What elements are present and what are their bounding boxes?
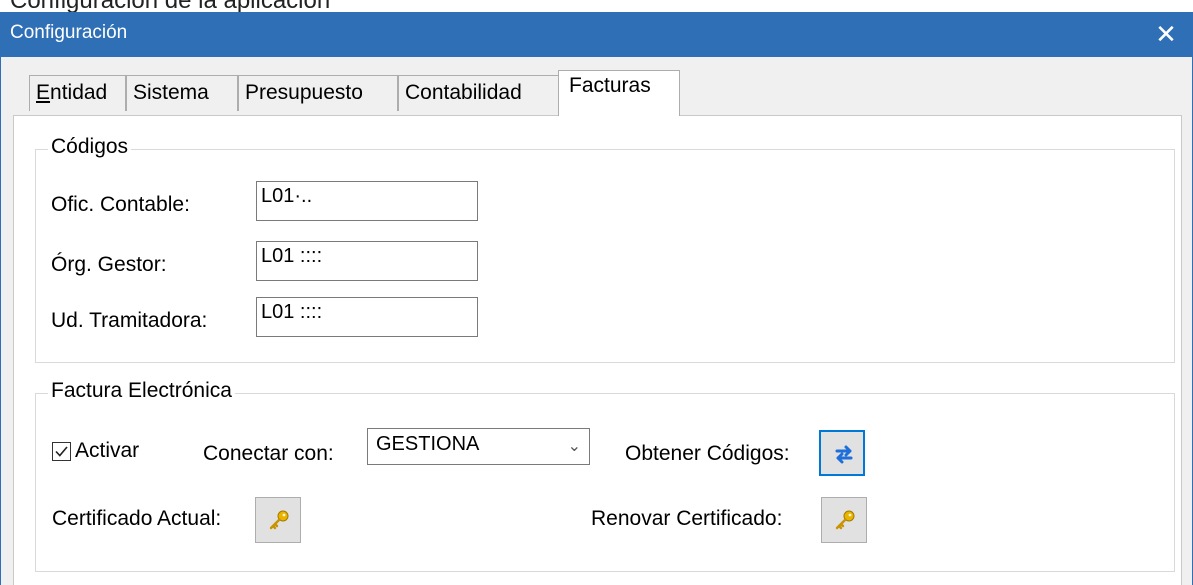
tab-entidad-mnemonic: E (36, 81, 51, 104)
codigos-group: Códigos Ofic. Contable: L01·.. Órg. Gest… (35, 135, 1175, 363)
codigos-legend: Códigos (48, 135, 132, 159)
org-gestor-label: Órg. Gestor: (51, 253, 167, 276)
factura-electronica-group: Factura Electrónica Activar Conectar con… (35, 379, 1175, 572)
check-icon (55, 446, 68, 457)
tab-presupuesto-label: Presupuesto (245, 81, 363, 104)
cropped-heading-text: Configuración de la aplicación (10, 0, 330, 12)
obtener-codigos-label: Obtener Códigos: (625, 442, 790, 465)
configuration-dialog: Configuración ✕ Entidad Sistema Presupue… (0, 12, 1193, 585)
conectar-label: Conectar con: (203, 442, 334, 465)
key-icon (835, 510, 855, 530)
certificado-actual-button[interactable] (255, 497, 301, 543)
cropped-heading: Configuración de la aplicación (0, 0, 1193, 12)
org-gestor-field[interactable]: L01 :::: (256, 241, 478, 281)
conectar-select[interactable]: GESTIONA ⌄ (367, 428, 590, 465)
activar-label: Activar (75, 439, 140, 462)
activar-checkbox[interactable] (52, 442, 71, 461)
renovar-certificado-label: Renovar Certificado: (591, 507, 783, 530)
sync-arrows-icon (835, 445, 853, 464)
renovar-certificado-button[interactable] (821, 497, 867, 543)
ofic-contable-field[interactable]: L01·.. (256, 181, 478, 221)
close-icon[interactable]: ✕ (1138, 12, 1193, 57)
facturas-panel: Códigos Ofic. Contable: L01·.. Órg. Gest… (13, 115, 1182, 585)
obtener-codigos-button[interactable] (819, 430, 865, 476)
tab-contabilidad[interactable]: Contabilidad (398, 75, 560, 111)
window-title: Configuración (10, 22, 128, 43)
certificado-actual-label: Certificado Actual: (52, 507, 222, 530)
tab-facturas-label: Facturas (569, 74, 651, 97)
ud-tramitadora-field[interactable]: L01 :::: (256, 297, 478, 337)
tab-entidad[interactable]: Entidad (29, 75, 126, 111)
key-icon (269, 510, 289, 530)
tab-contabilidad-label: Contabilidad (405, 81, 522, 104)
tab-sistema-label: Sistema (133, 81, 209, 104)
chevron-down-icon: ⌄ (567, 438, 581, 455)
tab-entidad-label: ntidad (50, 81, 108, 104)
tab-facturas[interactable]: Facturas (558, 70, 680, 116)
factura-electronica-legend: Factura Electrónica (48, 379, 235, 403)
title-bar: Configuración ✕ (1, 12, 1193, 57)
tab-presupuesto[interactable]: Presupuesto (238, 75, 398, 111)
tab-sistema[interactable]: Sistema (126, 75, 238, 111)
ofic-contable-label: Ofic. Contable: (51, 193, 190, 216)
conectar-select-value: GESTIONA (376, 433, 480, 455)
ud-tramitadora-label: Ud. Tramitadora: (51, 309, 208, 332)
